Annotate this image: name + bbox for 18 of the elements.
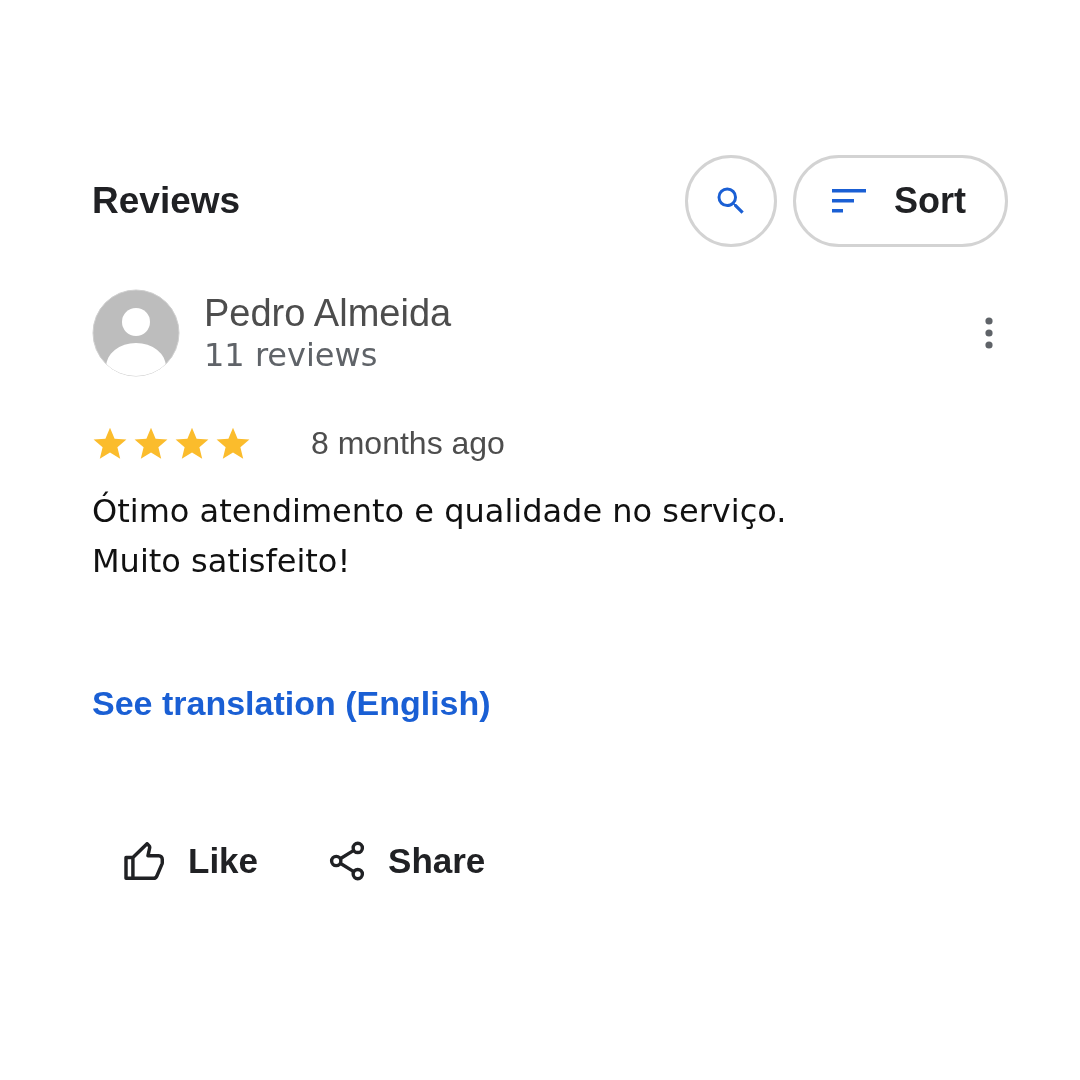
- star-icon: [215, 426, 251, 461]
- translation-link[interactable]: See translation (English): [92, 684, 491, 723]
- share-icon: [328, 841, 367, 881]
- sort-icon: [832, 186, 868, 216]
- like-button[interactable]: Like: [124, 841, 259, 881]
- reviewer-name[interactable]: Pedro Almeida: [204, 291, 984, 335]
- star-icon: [174, 426, 210, 461]
- sort-button[interactable]: Sort: [793, 155, 1008, 247]
- review-count: 11 reviews: [204, 335, 379, 375]
- more-icon[interactable]: [984, 316, 994, 350]
- share-button[interactable]: Share: [328, 841, 486, 881]
- avatar-icon: [92, 289, 180, 377]
- thumbs-up-icon: [124, 842, 166, 880]
- star-icon: [92, 426, 128, 461]
- section-title: Reviews: [92, 180, 242, 222]
- review-time: 8 months ago: [311, 425, 505, 462]
- star-icon: [133, 426, 169, 461]
- review-text: Ótimo atendimento e qualidade no serviço. Muito satisfeito!: [92, 490, 788, 582]
